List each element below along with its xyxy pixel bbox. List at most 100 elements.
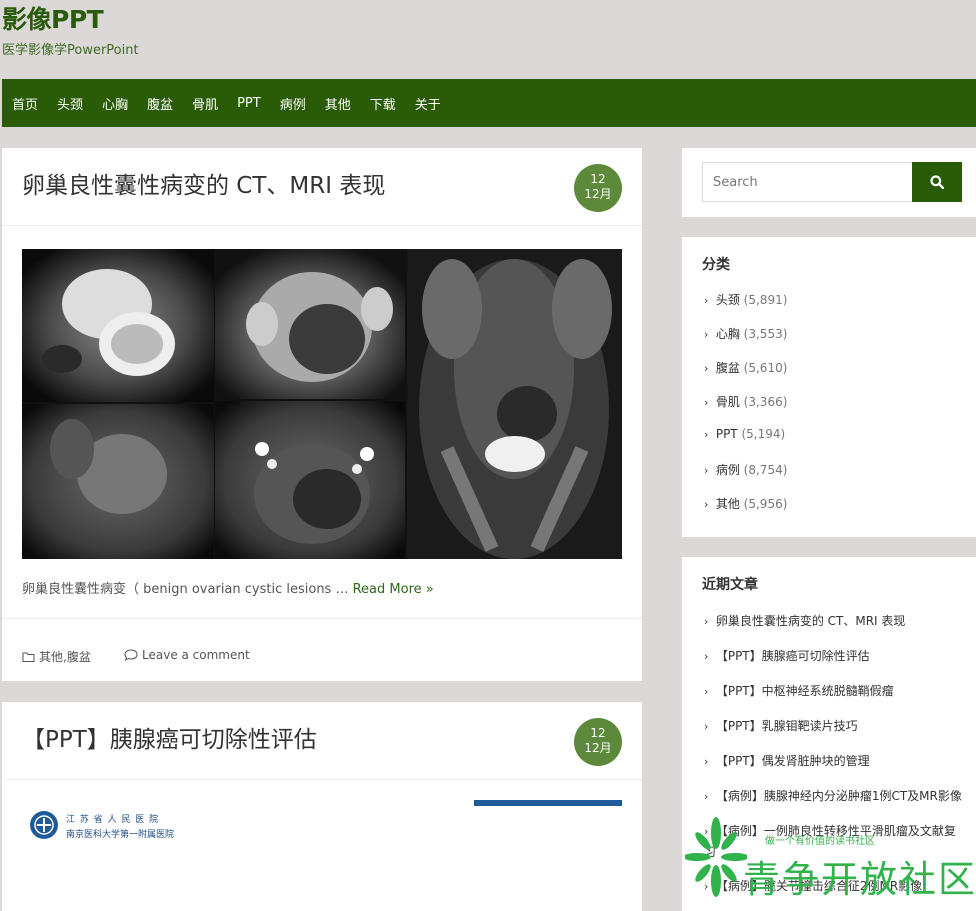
date-day: 12	[590, 726, 606, 740]
recent-posts-list: › 卵巢良性囊性病变的 CT、MRI 表现 › 【PPT】胰腺癌可切除性评估 ›…	[704, 611, 962, 911]
recent-post-item[interactable]: › 【PPT】乳腺钼靶读片技巧	[704, 716, 962, 737]
post-card: 【PPT】胰腺癌可切除性评估 12 12月 江 苏 省 人 民 医 院 南京医科…	[2, 702, 642, 911]
category-item[interactable]: › 腹盆 (5,610)	[704, 359, 787, 393]
category-count: (3,553)	[743, 327, 788, 341]
category-link-abdomen[interactable]: 腹盆	[67, 648, 91, 665]
nav-item-download[interactable]: 下载	[370, 94, 396, 113]
categories-widget: 分类 › 头颈 (5,891) › 心胸 (3,553) › 腹盆 (5,610…	[682, 237, 976, 537]
post-featured-image[interactable]	[22, 249, 622, 559]
nav-item-musculoskeletal[interactable]: 骨肌	[192, 94, 218, 113]
main-nav: 首页 头颈 心胸 腹盆 骨肌 PPT 病例 其他 下载 关于	[2, 79, 976, 127]
chevron-right-icon: ›	[704, 294, 709, 307]
recent-post-item[interactable]: › 卵巢良性囊性病变的 CT、MRI 表现	[704, 611, 962, 632]
chevron-right-icon: ›	[704, 396, 709, 409]
category-item[interactable]: › 病例 (8,754)	[704, 461, 787, 495]
chevron-right-icon: ›	[704, 498, 709, 511]
nav-item-other[interactable]: 其他	[325, 94, 351, 113]
category-item[interactable]: › 其他 (5,956)	[704, 495, 787, 529]
recent-posts-widget: 近期文章 › 卵巢良性囊性病变的 CT、MRI 表现 › 【PPT】胰腺癌可切除…	[682, 557, 976, 911]
date-badge: 12 12月	[574, 164, 622, 212]
chevron-right-icon: ›	[704, 428, 709, 441]
category-count: (5,891)	[743, 293, 788, 307]
recent-post-title: 卵巢良性囊性病变的 CT、MRI 表现	[715, 614, 906, 628]
category-count: (5,610)	[743, 361, 788, 375]
nav-item-cases[interactable]: 病例	[280, 94, 306, 113]
post-footer: 其他, 腹盆 Leave a comment	[2, 618, 642, 681]
recent-post-title: 【病例】一例肺良性转移性平滑肌瘤及文献复习	[704, 824, 956, 859]
recent-post-title: 【PPT】乳腺钼靶读片技巧	[715, 719, 858, 733]
search-input[interactable]	[702, 162, 913, 202]
recent-post-title: 【PPT】偶发肾脏肿块的管理	[715, 754, 870, 768]
post-featured-image[interactable]: 江 苏 省 人 民 医 院 南京医科大学第一附属医院	[22, 800, 622, 910]
category-list: › 头颈 (5,891) › 心胸 (3,553) › 腹盆 (5,610) ›…	[704, 291, 787, 529]
category-count: (5,956)	[743, 497, 788, 511]
recent-post-title: 【PPT】胰腺癌可切除性评估	[715, 649, 870, 663]
category-item[interactable]: › 头颈 (5,891)	[704, 291, 787, 325]
category-link-other[interactable]: 其他	[39, 648, 63, 665]
widget-title: 分类	[702, 257, 730, 273]
hospital-logo	[30, 811, 58, 839]
nav-item-about[interactable]: 关于	[415, 94, 441, 113]
recent-post-item[interactable]: › 【PPT】胰腺癌可切除性评估	[704, 646, 962, 667]
nav-item-head-neck[interactable]: 头颈	[57, 94, 83, 113]
site-title[interactable]: 影像PPT	[2, 0, 104, 36]
folder-icon	[22, 652, 35, 662]
slide-header-bar	[474, 800, 622, 806]
search-button[interactable]	[912, 162, 962, 202]
chevron-right-icon: ›	[704, 615, 709, 628]
post-categories: 其他, 腹盆	[22, 648, 91, 665]
leave-comment-link[interactable]: Leave a comment	[142, 648, 250, 662]
post-title[interactable]: 【PPT】胰腺癌可切除性评估	[22, 720, 317, 754]
recent-post-item[interactable]: › 【病例】胰腺神经内分泌肿瘤1例CT及MR影像	[704, 786, 962, 807]
nav-item-abdomen[interactable]: 腹盆	[147, 94, 173, 113]
nav-item-chest[interactable]: 心胸	[102, 94, 128, 113]
category-name: 病例	[715, 463, 740, 477]
search-icon	[930, 175, 944, 189]
chevron-right-icon: ›	[704, 328, 709, 341]
nav-item-ppt[interactable]: PPT	[237, 96, 261, 111]
date-badge: 12 12月	[574, 718, 622, 766]
chevron-right-icon: ›	[704, 790, 709, 803]
widget-title: 近期文章	[702, 577, 758, 593]
recent-post-title: 【PPT】中枢神经系统脱髓鞘假瘤	[715, 684, 894, 698]
site-description: 医学影像学PowerPoint	[2, 43, 139, 58]
chevron-right-icon: ›	[704, 685, 709, 698]
post-header: 【PPT】胰腺癌可切除性评估 12 12月	[2, 702, 642, 780]
post-title[interactable]: 卵巢良性囊性病变的 CT、MRI 表现	[22, 166, 385, 200]
hospital-name: 江 苏 省 人 民 医 院	[66, 815, 160, 825]
category-name: 腹盆	[715, 361, 740, 375]
post-card: 卵巢良性囊性病变的 CT、MRI 表现 12 12月 卵巢良性囊性病变（ ben…	[2, 148, 642, 681]
chevron-right-icon: ›	[704, 825, 709, 838]
date-day: 12	[590, 172, 606, 186]
post-excerpt-text: 卵巢良性囊性病变（ benign ovarian cystic lesions …	[22, 582, 349, 597]
post-header: 卵巢良性囊性病变的 CT、MRI 表现 12 12月	[2, 148, 642, 226]
recent-post-item[interactable]: › 【PPT】偶发肾脏肿块的管理	[704, 751, 962, 772]
category-name: 头颈	[715, 293, 740, 307]
date-month: 12月	[584, 741, 612, 755]
category-name: PPT	[715, 427, 738, 441]
recent-post-title: 【病例】髋关节撞击综合征2例MR影像	[715, 879, 923, 893]
post-comments[interactable]: Leave a comment	[124, 648, 250, 662]
chevron-right-icon: ›	[704, 880, 709, 893]
category-name: 心胸	[715, 327, 740, 341]
category-item[interactable]: › PPT (5,194)	[704, 427, 787, 461]
chevron-right-icon: ›	[704, 650, 709, 663]
recent-post-item[interactable]: › 【病例】髋关节撞击综合征2例MR影像	[704, 876, 962, 897]
category-item[interactable]: › 骨肌 (3,366)	[704, 393, 787, 427]
recent-post-item[interactable]: › 【PPT】中枢神经系统脱髓鞘假瘤	[704, 681, 962, 702]
chevron-right-icon: ›	[704, 720, 709, 733]
nav-item-home[interactable]: 首页	[12, 94, 38, 113]
post-excerpt: 卵巢良性囊性病变（ benign ovarian cystic lesions …	[22, 578, 434, 597]
recent-post-item[interactable]: › 【病例】一例肺良性转移性平滑肌瘤及文献复习	[704, 821, 962, 862]
category-name: 其他	[715, 497, 740, 511]
category-count: (3,366)	[743, 395, 788, 409]
date-month: 12月	[584, 187, 612, 201]
category-item[interactable]: › 心胸 (3,553)	[704, 325, 787, 359]
category-count: (5,194)	[741, 427, 786, 441]
comment-icon	[124, 649, 138, 661]
search-widget	[682, 148, 976, 217]
category-name: 骨肌	[715, 395, 740, 409]
chevron-right-icon: ›	[704, 464, 709, 477]
read-more-link[interactable]: Read More »	[353, 582, 434, 597]
chevron-right-icon: ›	[704, 755, 709, 768]
